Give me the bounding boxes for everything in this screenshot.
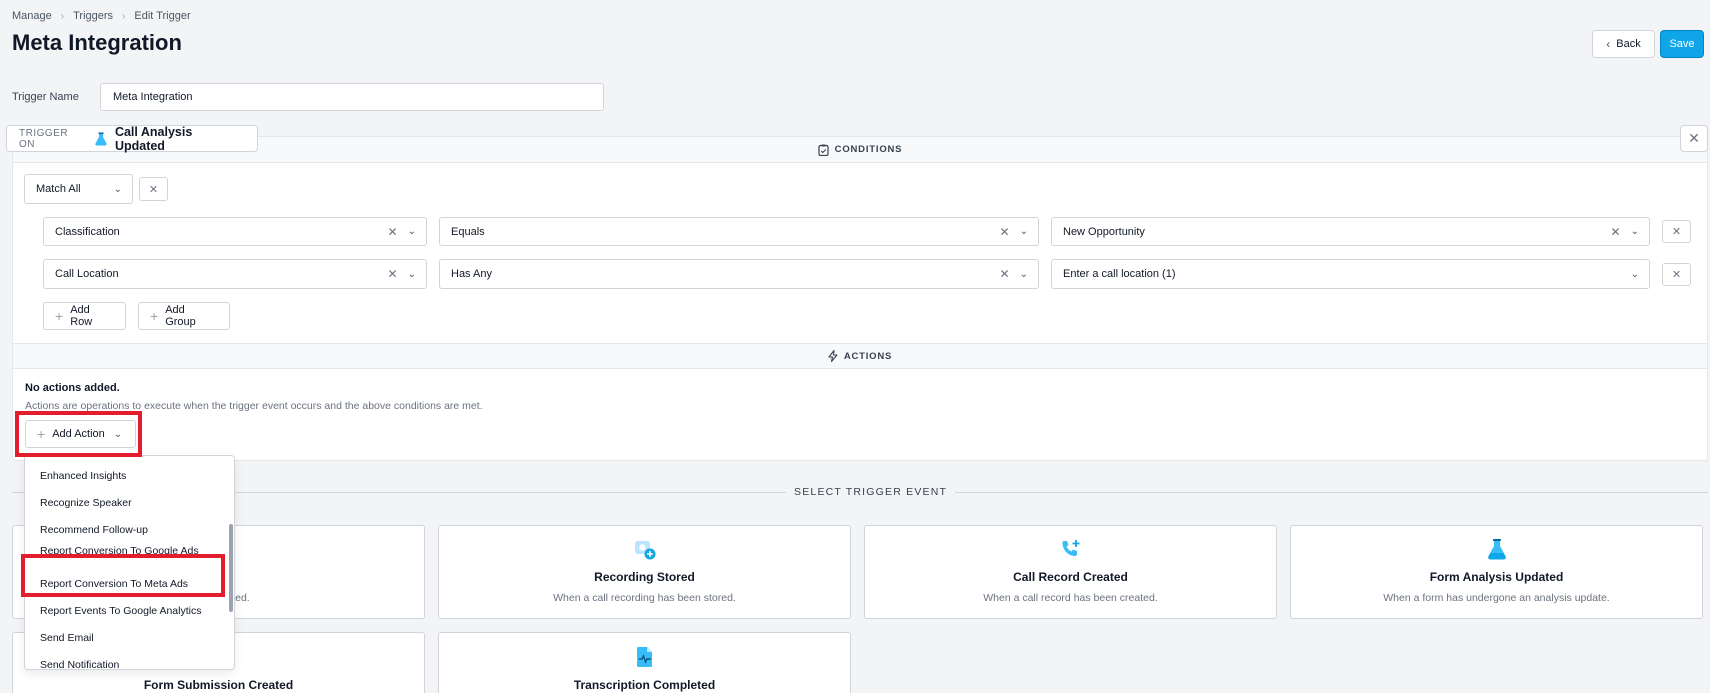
- card-desc: When a call recording has been stored.: [553, 592, 736, 604]
- match-all-select[interactable]: Match All ⌄: [24, 174, 133, 204]
- condition-operator-value: Has Any: [451, 268, 492, 280]
- remove-row-button[interactable]: ✕: [1662, 220, 1691, 243]
- card-desc: When a form has undergone an analysis up…: [1383, 592, 1610, 604]
- menu-item[interactable]: Enhanced Insights: [40, 470, 126, 482]
- condition-field-value: Call Location: [55, 268, 119, 280]
- conditions-title: CONDITIONS: [834, 144, 903, 155]
- flask-icon: [1485, 538, 1509, 562]
- menu-item[interactable]: Send Notification: [40, 659, 119, 669]
- recording-icon: [633, 538, 657, 562]
- chevron-down-icon: ⌄: [407, 268, 416, 280]
- select-trigger-event-title: SELECT TRIGGER EVENT: [786, 486, 956, 498]
- chevron-right-icon: ›: [60, 10, 65, 22]
- card-desc: When a call record has been created.: [983, 592, 1158, 604]
- event-card-call-record-created[interactable]: Call Record Created When a call record h…: [864, 525, 1277, 619]
- condition-value-value: Enter a call location (1): [1063, 268, 1176, 280]
- menu-item[interactable]: Recognize Speaker: [40, 497, 132, 509]
- lightning-icon: [828, 350, 838, 362]
- back-label: Back: [1616, 38, 1641, 50]
- condition-operator-select[interactable]: Has Any ✕ ⌄: [439, 259, 1039, 289]
- chevron-down-icon: ⌄: [113, 428, 123, 440]
- menu-item[interactable]: Send Email: [40, 632, 94, 644]
- trigger-name-label: Trigger Name: [12, 91, 79, 103]
- event-card-form-analysis-updated[interactable]: Form Analysis Updated When a form has un…: [1290, 525, 1703, 619]
- phone-plus-icon: [1059, 538, 1083, 562]
- flask-icon: [95, 132, 107, 146]
- chevron-left-icon: ‹: [1606, 37, 1611, 51]
- add-action-label: Add Action: [52, 428, 105, 440]
- menu-scrollbar[interactable]: [229, 524, 233, 612]
- actions-title: ACTIONS: [843, 350, 893, 362]
- card-title: Call Record Created: [1013, 570, 1128, 584]
- remove-group-button[interactable]: ✕: [139, 177, 168, 201]
- card-title: Transcription Completed: [573, 678, 716, 692]
- plus-icon: +: [150, 308, 159, 324]
- save-button[interactable]: Save: [1660, 30, 1704, 58]
- match-all-value: Match All: [36, 183, 81, 195]
- breadcrumb: Manage › Triggers › Edit Trigger: [12, 10, 191, 22]
- breadcrumb-manage[interactable]: Manage: [12, 10, 52, 22]
- add-action-button[interactable]: + Add Action ⌄: [25, 420, 136, 448]
- clear-icon[interactable]: ✕: [1000, 267, 1010, 281]
- add-group-button[interactable]: + Add Group: [138, 302, 230, 330]
- event-card-transcription-completed[interactable]: Transcription Completed: [438, 632, 851, 693]
- trigger-on-selector[interactable]: TRIGGER ON Call Analysis Updated: [6, 124, 258, 153]
- chevron-down-icon: ⌄: [113, 183, 122, 195]
- clear-icon[interactable]: ✕: [1611, 225, 1621, 239]
- remove-row-button[interactable]: ✕: [1662, 263, 1691, 286]
- clear-icon[interactable]: ✕: [388, 267, 398, 281]
- condition-field-select[interactable]: Classification ✕ ⌄: [43, 217, 427, 246]
- condition-field-select[interactable]: Call Location ✕ ⌄: [43, 259, 427, 289]
- card-title: Recording Stored: [594, 570, 695, 584]
- clear-icon[interactable]: ✕: [1000, 225, 1010, 239]
- actions-header: ACTIONS: [13, 343, 1707, 369]
- no-actions-title: No actions added.: [25, 382, 120, 394]
- card-title: Form Analysis Updated: [1429, 570, 1564, 584]
- chevron-down-icon: ⌄: [1019, 226, 1028, 237]
- add-row-button[interactable]: + Add Row: [43, 302, 126, 330]
- plus-icon: +: [37, 426, 46, 442]
- trigger-on-value: Call Analysis Updated: [114, 124, 193, 153]
- trigger-panel: CONDITIONS: [12, 136, 1708, 461]
- chevron-down-icon: ⌄: [1630, 268, 1639, 280]
- trigger-on-tag: TRIGGER ON: [19, 127, 69, 150]
- plus-icon: +: [55, 308, 64, 324]
- condition-operator-value: Equals: [451, 225, 485, 238]
- page-title: Meta Integration: [12, 30, 182, 55]
- chevron-right-icon: ›: [122, 10, 126, 22]
- chevron-down-icon: ⌄: [407, 226, 416, 237]
- condition-field-value: Classification: [55, 225, 120, 238]
- event-card-recording-stored[interactable]: Recording Stored When a call recording h…: [438, 525, 851, 619]
- close-icon[interactable]: ✕: [1680, 125, 1708, 152]
- card-title: Form Submission Created: [143, 678, 294, 692]
- condition-value-select[interactable]: Enter a call location (1) ⌄: [1051, 259, 1650, 289]
- trigger-name-input[interactable]: Meta Integration: [100, 83, 604, 111]
- chevron-down-icon: ⌄: [1630, 226, 1639, 237]
- condition-value-select[interactable]: New Opportunity ✕ ⌄: [1051, 217, 1650, 246]
- chevron-down-icon: ⌄: [1019, 268, 1028, 280]
- clipboard-icon: [818, 144, 829, 156]
- menu-item[interactable]: Report Events To Google Analytics: [40, 605, 201, 617]
- back-button[interactable]: ‹ Back: [1592, 30, 1655, 58]
- document-wave-icon: [633, 645, 657, 669]
- add-group-label: Add Group: [165, 304, 196, 328]
- highlight-meta-ads-item: [21, 554, 225, 597]
- conditions-header: CONDITIONS: [13, 137, 1707, 163]
- clear-icon[interactable]: ✕: [388, 225, 398, 239]
- add-row-label: Add Row: [70, 304, 93, 328]
- condition-value-value: New Opportunity: [1063, 225, 1145, 238]
- menu-item[interactable]: Recommend Follow-up: [40, 524, 148, 536]
- breadcrumb-triggers[interactable]: Triggers: [73, 10, 113, 22]
- breadcrumb-edit-trigger: Edit Trigger: [134, 10, 191, 22]
- condition-operator-select[interactable]: Equals ✕ ⌄: [439, 217, 1039, 246]
